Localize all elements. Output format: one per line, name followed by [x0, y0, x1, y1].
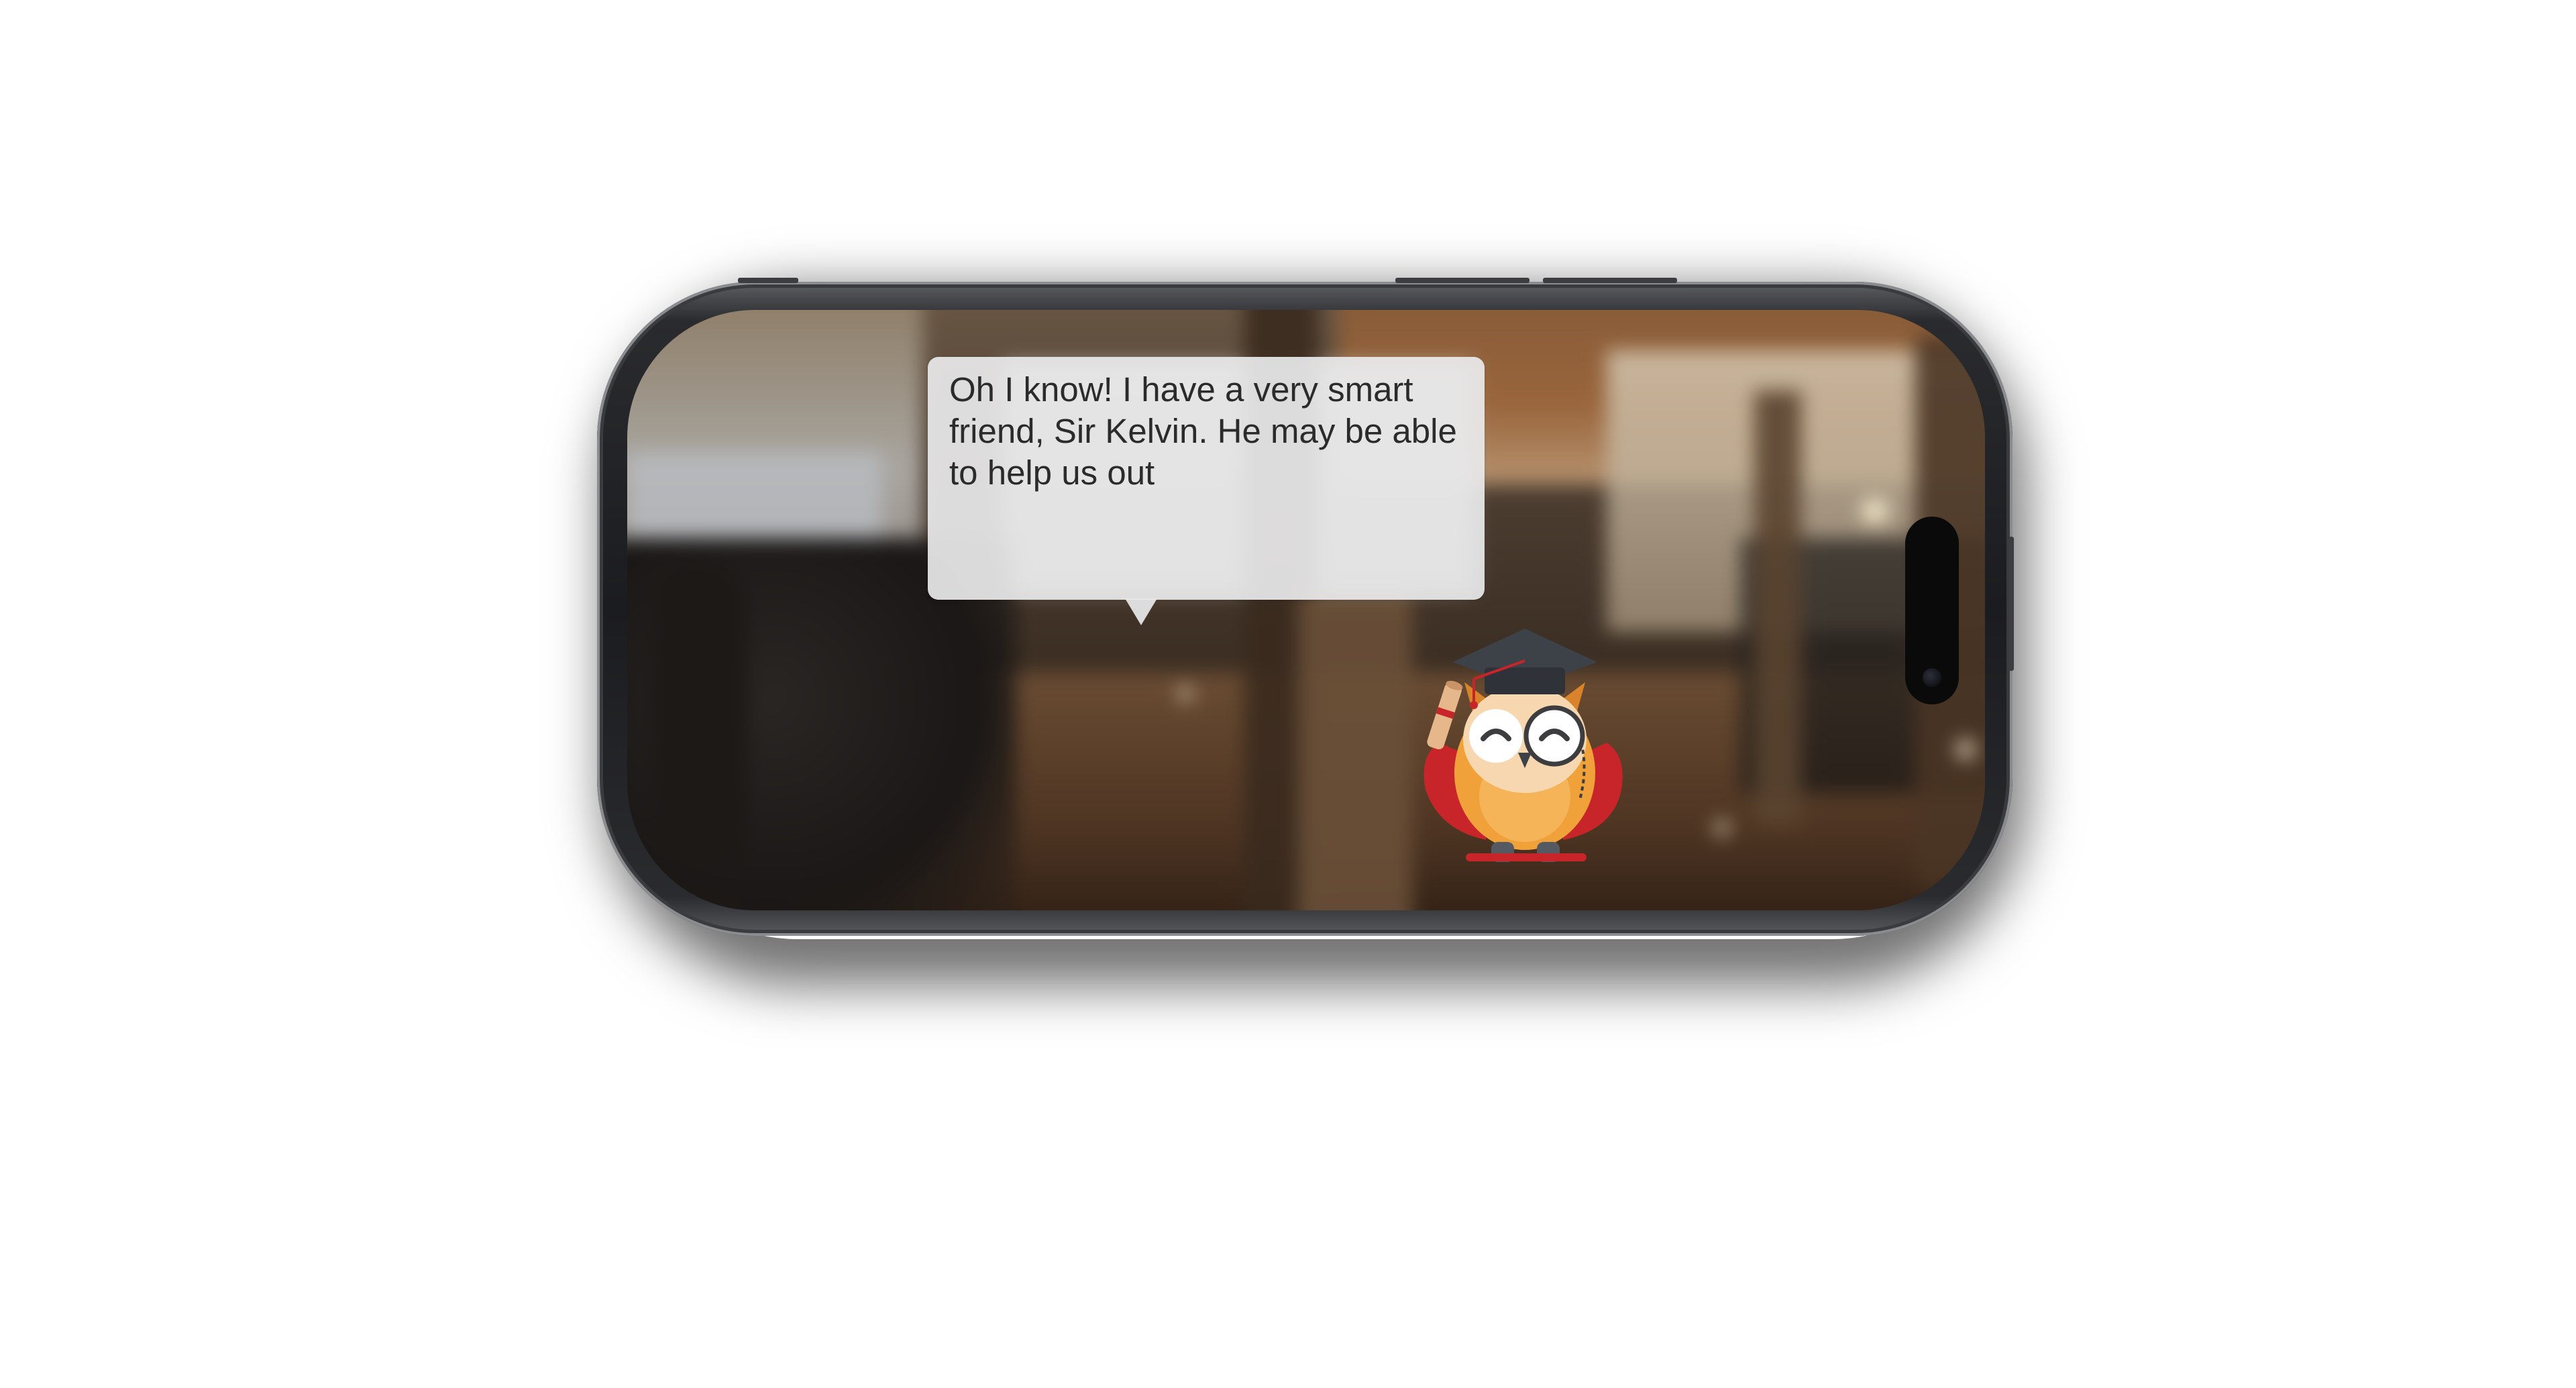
volume-down-button [1543, 278, 1677, 283]
dynamic-island [1905, 517, 1959, 704]
speech-bubble-tail [1125, 598, 1157, 625]
volume-button [738, 278, 798, 283]
power-button [2008, 537, 2014, 671]
phone-screen[interactable]: Oh I know! I have a very smart friend, S… [627, 310, 1985, 910]
speech-bubble[interactable]: Oh I know! I have a very smart friend, S… [928, 357, 1485, 600]
dialogue-text: Oh I know! I have a very smart friend, S… [949, 370, 1457, 492]
stage: Oh I know! I have a very smart friend, S… [0, 0, 2576, 1388]
volume-up-button [1395, 278, 1529, 283]
camera-lens-icon [1923, 668, 1941, 687]
owl-graduate-icon[interactable] [1412, 615, 1633, 870]
